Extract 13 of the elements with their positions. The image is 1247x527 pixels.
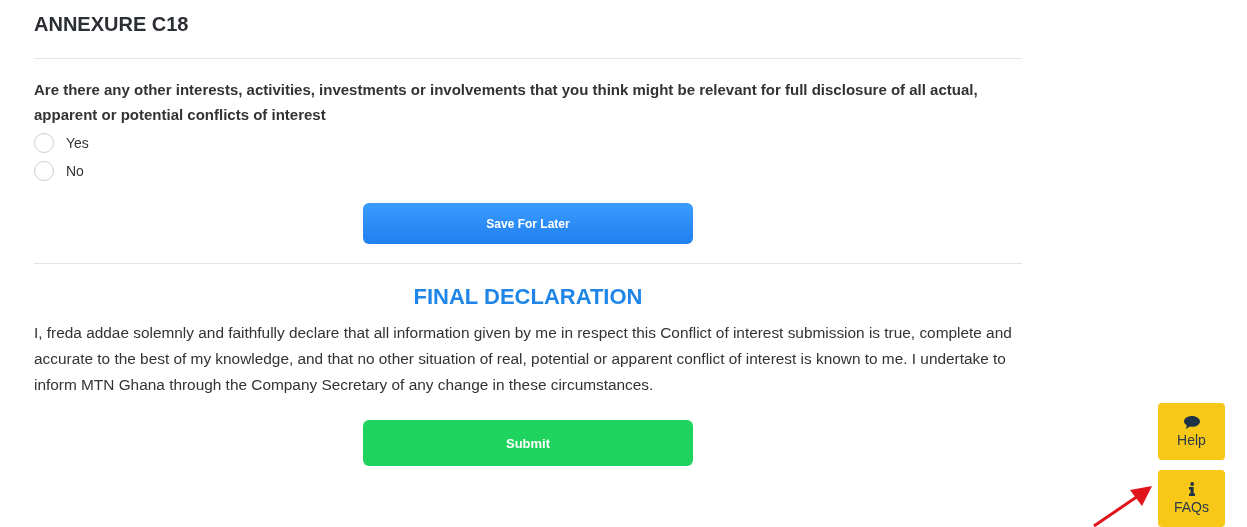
radio-button[interactable] (34, 161, 54, 181)
option-label: No (66, 163, 84, 179)
speech-bubble-icon (1183, 415, 1200, 429)
radio-button[interactable] (34, 133, 54, 153)
question-text: Are there any other interests, activities, investments or involvements that you think might be relevant for full disclosure of all actual, apparent or potential conflicts of interest (34, 80, 979, 125)
faqs-button[interactable]: FAQs (1158, 470, 1225, 527)
help-button[interactable]: Help (1158, 403, 1225, 460)
section-heading: ANNEXURE C18 (34, 12, 190, 36)
declaration-title: FINAL DECLARATION (412, 284, 644, 310)
option-label: Yes (66, 135, 89, 151)
declaration-text: I, freda addae solemnly and faithfully declare that all information given by me in respect this Conflict of interest submission is true, complete and accurate to the best of my knowledge, and that no other situation of real, potential or apparent conflict of interest is known to me. I undertake to inform MTN Ghana through the Company Secretary of any change in these circumstances. (34, 323, 1013, 395)
annotation-arrow (1092, 484, 1154, 527)
info-icon (1187, 482, 1196, 496)
